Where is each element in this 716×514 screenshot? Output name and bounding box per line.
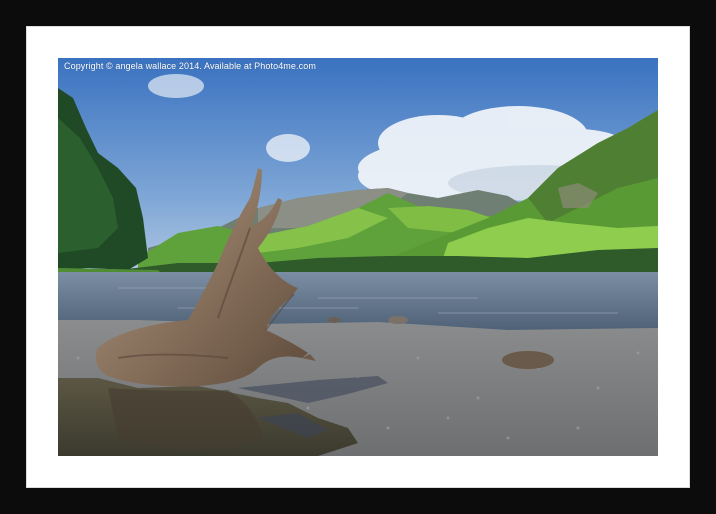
rock-right — [502, 351, 554, 369]
copyright-watermark: Copyright © angela wallace 2014. Availab… — [64, 61, 316, 71]
picture-frame: Copyright © angela wallace 2014. Availab… — [0, 0, 716, 514]
rock-small — [328, 317, 340, 323]
landscape-photo — [58, 58, 658, 456]
